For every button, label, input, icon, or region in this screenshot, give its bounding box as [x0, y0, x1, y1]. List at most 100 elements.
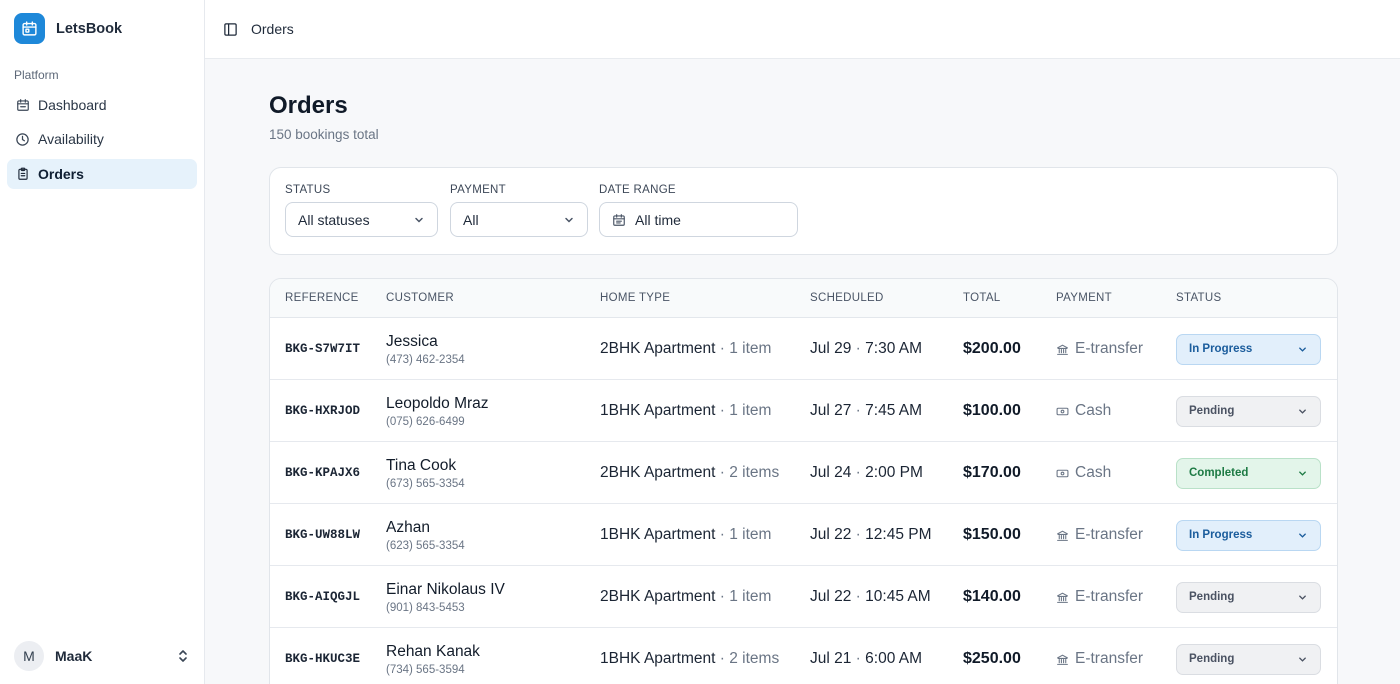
orders-table: REFERENCE CUSTOMER HOME TYPE SCHEDULED T… [269, 278, 1338, 684]
home-type-label: 1BHK Apartment [600, 526, 716, 543]
cash-icon [1056, 405, 1069, 418]
scheduled: Jul 21 · 6:00 AM [810, 628, 922, 684]
scheduled-time: 6:00 AM [865, 650, 923, 667]
chevron-down-icon [563, 214, 575, 226]
table-row[interactable]: BKG-HXRJOD Leopoldo Mraz (075) 626-6499 … [270, 380, 1337, 442]
sidebar-toggle-icon[interactable] [222, 21, 238, 37]
customer-name: Jessica [386, 332, 438, 350]
status-select[interactable]: All statuses [285, 202, 438, 237]
status-cell: In Progress [1176, 504, 1321, 566]
order-reference[interactable]: BKG-HXRJOD [285, 380, 360, 442]
status-cell: In Progress [1176, 318, 1321, 380]
payment-method: E-transfer [1056, 318, 1143, 380]
order-reference[interactable]: BKG-S7W7IT [285, 318, 360, 380]
status-select-value: All statuses [298, 211, 370, 228]
status-badge: In Progress [1189, 343, 1253, 355]
item-count: 2 items [729, 650, 780, 667]
bank-icon [1056, 653, 1069, 666]
scheduled-date: Jul 24 [810, 464, 852, 481]
customer-cell: Leopoldo Mraz (075) 626-6499 [386, 380, 489, 442]
separator-dot: · [851, 464, 866, 481]
column-header-total[interactable]: TOTAL [963, 292, 1001, 304]
home-type-label: 1BHK Apartment [600, 402, 716, 419]
payment-label: E-transfer [1075, 526, 1144, 543]
home-type-label: 1BHK Apartment [600, 650, 716, 667]
date-range-picker[interactable]: All time [599, 202, 798, 237]
home-type: 1BHK Apartment · 1 item [600, 504, 771, 566]
payment-select-value: All [463, 211, 479, 228]
status-badge: Pending [1189, 653, 1235, 665]
status-dropdown[interactable]: Pending [1176, 395, 1321, 427]
home-type: 2BHK Apartment · 1 item [600, 318, 771, 380]
separator-dot: · [715, 526, 730, 543]
scheduled-time: 2:00 PM [865, 464, 923, 481]
brand[interactable]: LetsBook [14, 13, 122, 44]
column-header-reference[interactable]: REFERENCE [285, 292, 359, 304]
table-row[interactable]: BKG-AIQGJL Einar Nikolaus IV (901) 843-5… [270, 566, 1337, 628]
order-reference[interactable]: BKG-AIQGJL [285, 566, 360, 628]
chevron-down-icon [413, 214, 425, 226]
status-dropdown[interactable]: Pending [1176, 643, 1321, 675]
column-header-payment[interactable]: PAYMENT [1056, 292, 1112, 304]
chevron-down-icon [1297, 468, 1308, 479]
item-count: 1 item [729, 526, 772, 543]
payment-label: E-transfer [1075, 340, 1144, 357]
customer-name: Einar Nikolaus IV [386, 580, 505, 598]
table-row[interactable]: BKG-S7W7IT Jessica (473) 462-2354 2BHK A… [270, 318, 1337, 380]
sidebar-item-orders[interactable]: Orders [7, 158, 197, 189]
date-range-filter-label: DATE RANGE [599, 184, 676, 196]
separator-dot: · [715, 340, 730, 357]
order-total: $100.00 [963, 402, 1021, 419]
status-dropdown[interactable]: Completed [1176, 457, 1321, 489]
status-dropdown[interactable]: In Progress [1176, 519, 1321, 551]
chevron-down-icon [1297, 406, 1308, 417]
order-reference[interactable]: BKG-HKUC3E [285, 628, 360, 684]
customer-cell: Rehan Kanak (734) 565-3594 [386, 628, 480, 684]
payment-filter: PAYMENT All [450, 184, 588, 237]
scheduled: Jul 29 · 7:30 AM [810, 318, 922, 380]
customer-cell: Tina Cook (673) 565-3354 [386, 442, 465, 504]
status-cell: Pending [1176, 380, 1321, 442]
clipboard-icon [15, 166, 30, 181]
calendar-icon [612, 213, 626, 227]
customer-phone: (901) 843-5453 [386, 601, 465, 614]
column-header-scheduled[interactable]: SCHEDULED [810, 292, 884, 304]
scheduled-date: Jul 22 [810, 526, 852, 543]
payment-select[interactable]: All [450, 202, 588, 237]
user-menu[interactable]: M MaaK [14, 641, 190, 671]
customer-name: Tina Cook [386, 456, 457, 474]
scheduled-date: Jul 22 [810, 588, 852, 605]
order-reference[interactable]: BKG-UW88LW [285, 504, 360, 566]
table-row[interactable]: BKG-KPAJX6 Tina Cook (673) 565-3354 2BHK… [270, 442, 1337, 504]
sidebar-item-availability[interactable]: Availability [7, 124, 197, 154]
scheduled-time: 7:30 AM [865, 340, 923, 357]
filters-panel: STATUS All statuses PAYMENT All DATE RAN… [269, 167, 1338, 255]
calendar-logo-icon [14, 13, 45, 44]
order-reference[interactable]: BKG-KPAJX6 [285, 442, 360, 504]
column-header-customer[interactable]: CUSTOMER [386, 292, 454, 304]
scheduled: Jul 22 · 10:45 AM [810, 566, 931, 628]
order-total: $250.00 [963, 650, 1021, 667]
customer-cell: Einar Nikolaus IV (901) 843-5453 [386, 566, 505, 628]
date-range-filter: DATE RANGE All time [599, 184, 798, 237]
scheduled: Jul 24 · 2:00 PM [810, 442, 923, 504]
separator-dot: · [851, 650, 866, 667]
chevron-down-icon [1297, 530, 1308, 541]
sidebar-nav: Dashboard Availability Orders [7, 90, 197, 193]
payment-method: Cash [1056, 442, 1111, 504]
separator-dot: · [851, 402, 866, 419]
item-count: 1 item [729, 340, 772, 357]
table-row[interactable]: BKG-UW88LW Azhan (623) 565-3354 1BHK Apa… [270, 504, 1337, 566]
column-header-home-type[interactable]: HOME TYPE [600, 292, 670, 304]
table-row[interactable]: BKG-HKUC3E Rehan Kanak (734) 565-3594 1B… [270, 628, 1337, 684]
customer-name: Leopoldo Mraz [386, 394, 489, 412]
status-dropdown[interactable]: Pending [1176, 581, 1321, 613]
column-header-status[interactable]: STATUS [1176, 292, 1221, 304]
payment-method: E-transfer [1056, 566, 1143, 628]
page-title: Orders [269, 92, 348, 119]
item-count: 1 item [729, 402, 772, 419]
topbar: Orders [205, 0, 1400, 59]
status-dropdown[interactable]: In Progress [1176, 333, 1321, 365]
scheduled-time: 12:45 PM [865, 526, 932, 543]
sidebar-item-dashboard[interactable]: Dashboard [7, 90, 197, 120]
